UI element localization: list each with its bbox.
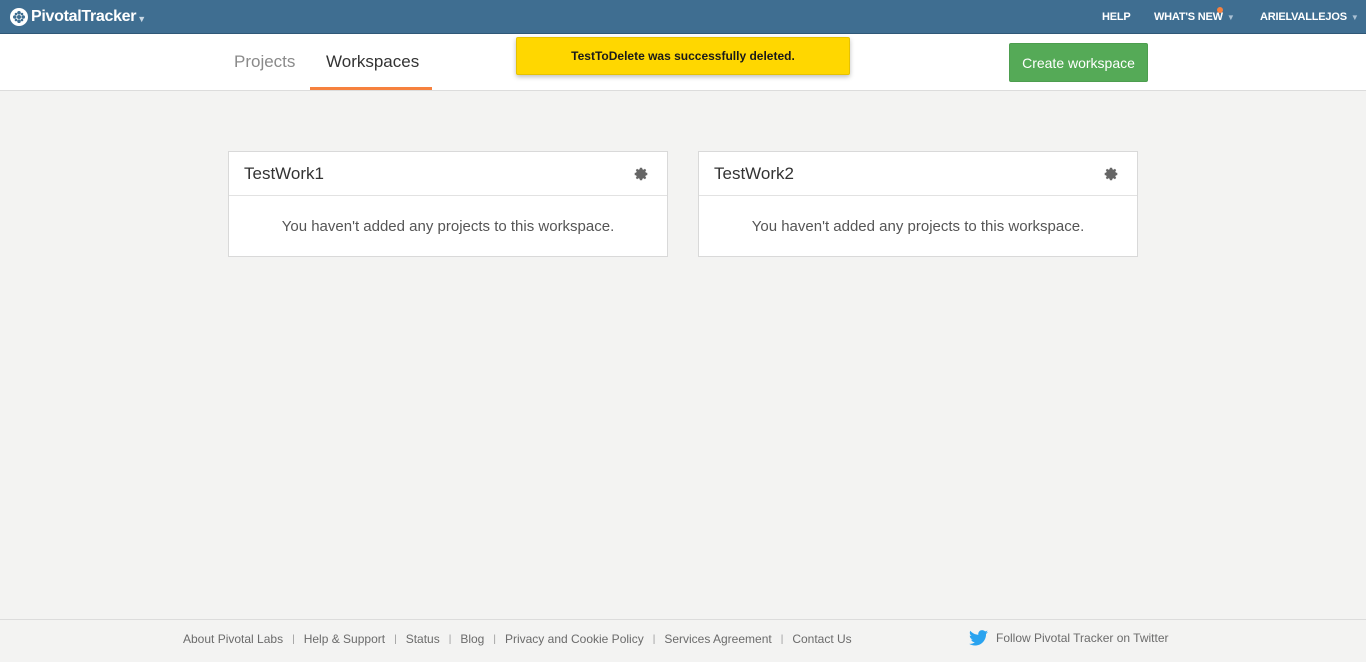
toast-message: TestToDelete was successfully deleted.	[571, 49, 795, 63]
app-name: PivotalTracker	[31, 8, 137, 25]
whats-new-menu[interactable]: WHAT'S NEW ▼	[1154, 7, 1235, 23]
tab-projects[interactable]: Projects	[234, 52, 295, 72]
footer-link-privacy[interactable]: Privacy and Cookie Policy	[505, 632, 644, 646]
success-toast: TestToDelete was successfully deleted.	[516, 37, 850, 75]
workspace-empty-message: You haven't added any projects to this w…	[281, 217, 615, 235]
footer-separator: |	[448, 633, 452, 645]
footer-separator: |	[394, 633, 397, 645]
username-label: ARIELVALLEJOS	[1260, 11, 1347, 23]
footer-separator: |	[652, 633, 656, 645]
create-workspace-button[interactable]: Create workspace	[1009, 43, 1148, 82]
footer-link-contact[interactable]: Contact Us	[792, 632, 851, 646]
chevron-down-icon: ▼	[1350, 13, 1359, 22]
workspace-title[interactable]: TestWork1	[244, 164, 324, 184]
workspace-empty-message: You haven't added any projects to this w…	[751, 217, 1085, 235]
page-footer: About Pivotal Labs | Help & Support | St…	[0, 619, 1366, 662]
gear-icon[interactable]	[633, 166, 649, 182]
footer-link-help-support[interactable]: Help & Support	[304, 632, 385, 646]
app-logo[interactable]: PivotalTracker ▼	[10, 7, 146, 27]
twitter-follow-label: Follow Pivotal Tracker on Twitter	[996, 631, 1169, 645]
workspace-card-header: TestWork2	[699, 152, 1137, 196]
gear-icon[interactable]	[1103, 166, 1119, 182]
chevron-down-icon: ▼	[1226, 13, 1235, 22]
twitter-bird-icon	[969, 630, 988, 646]
footer-link-blog[interactable]: Blog	[460, 632, 484, 646]
footer-link-about[interactable]: About Pivotal Labs	[183, 632, 283, 646]
tab-workspaces[interactable]: Workspaces	[326, 52, 419, 72]
footer-link-status[interactable]: Status	[406, 632, 440, 646]
top-navigation-bar: PivotalTracker ▼ HELP WHAT'S NEW ▼ ARIELV…	[0, 0, 1366, 34]
footer-separator: |	[292, 633, 295, 645]
workspace-card-header: TestWork1	[229, 152, 667, 196]
help-link[interactable]: HELP	[1102, 11, 1131, 23]
workspace-card: TestWork2 You haven't added any projects…	[698, 151, 1138, 257]
help-label: HELP	[1102, 11, 1131, 23]
notification-dot	[1216, 7, 1223, 13]
footer-separator: |	[493, 633, 496, 645]
workspace-title[interactable]: TestWork2	[714, 164, 794, 184]
twitter-follow-link[interactable]: Follow Pivotal Tracker on Twitter	[969, 630, 1169, 646]
footer-link-services-agreement[interactable]: Services Agreement	[664, 632, 771, 646]
pivotal-tracker-logo-icon	[10, 8, 28, 26]
whats-new-label: WHAT'S NEW	[1154, 11, 1223, 23]
active-tab-indicator	[310, 87, 432, 90]
logo-dropdown-caret-icon: ▼	[137, 13, 147, 24]
user-menu[interactable]: ARIELVALLEJOS ▼	[1260, 11, 1359, 23]
workspace-card: TestWork1 You haven't added any projects…	[228, 151, 668, 257]
footer-separator: |	[780, 633, 784, 645]
footer-links: About Pivotal Labs | Help & Support | St…	[183, 632, 852, 646]
